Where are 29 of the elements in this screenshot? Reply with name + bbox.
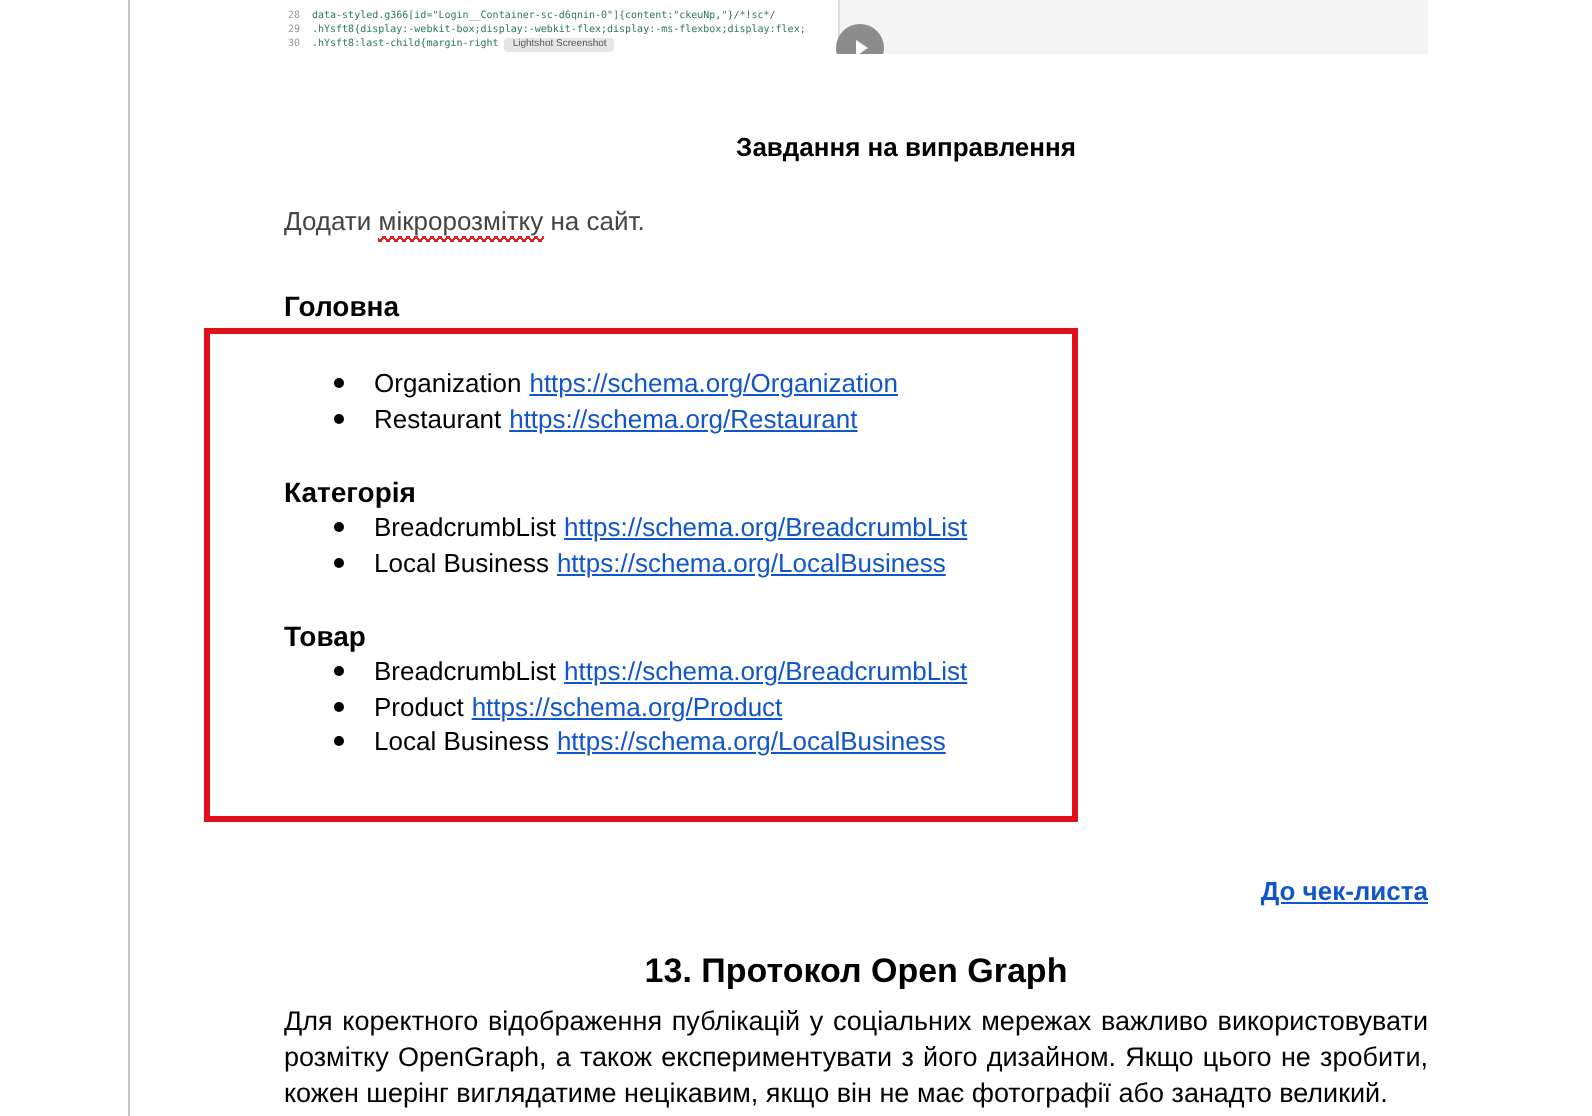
schema-link[interactable]: https://schema.org/LocalBusiness [556,545,946,580]
task-heading: Завдання на виправлення [734,132,1078,162]
item-name: Local Business [374,545,549,580]
item-name: Local Business [374,724,549,759]
item-name: Organization [374,366,522,401]
checklist-link[interactable]: До чек-листа [1260,876,1428,906]
schema-link[interactable]: https://schema.org/Restaurant [509,401,858,436]
item-name: Product [374,689,464,724]
item-name: BreadcrumbList [374,654,557,689]
schema-link[interactable]: https://schema.org/BreadcrumbList [564,510,968,545]
schema-link[interactable]: https://schema.org/LocalBusiness [556,724,946,759]
bullet-icon [334,378,344,389]
bullet-icon [334,413,344,424]
schema-link[interactable]: https://schema.org/Product [471,689,783,724]
body-text: Для коректного відображення публікацій у соціальних мережах важливо використовувати розмітку OpenGraph, а також експериментувати з його дизайном. Якщо цього не зробити, кожен шерінг виглядатиме нецікавим, якщо він не має фотографії або занадто великий. [284,1004,1428,1112]
bullet-icon [334,557,344,568]
bullet-icon [334,701,344,712]
section-title: Категорія [284,476,418,510]
item-name: BreadcrumbList [374,510,557,545]
item-name: Restaurant [374,401,502,436]
bullet-icon [334,666,344,677]
section-title: Товар [284,620,368,654]
intro-text: Додати мікророзмітку на сайт. [284,206,1428,242]
section-title: Головна [284,290,402,324]
schema-link[interactable]: https://schema.org/BreadcrumbList [564,654,968,689]
schema-link[interactable]: https://schema.org/Organization [529,366,898,401]
section-heading: 13. Протокол Open Graph [642,950,1070,994]
bullet-icon [334,736,344,747]
bullet-icon [334,522,344,533]
